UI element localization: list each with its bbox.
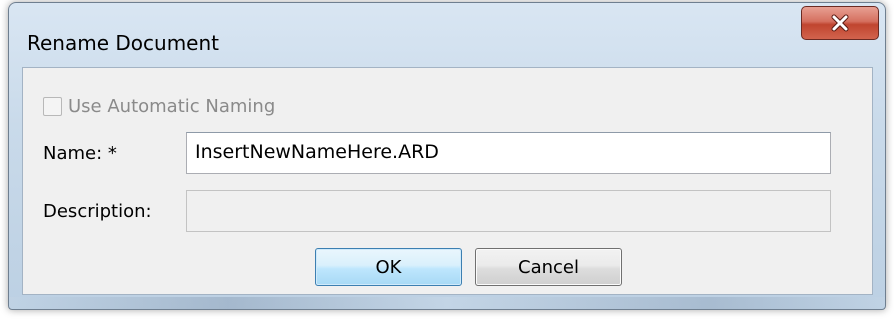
cancel-button[interactable]: Cancel [475,248,622,286]
name-label: Name: * [43,143,117,164]
dialog-body: Use Automatic Naming Name: * InsertNewNa… [22,67,873,295]
ok-button[interactable]: OK [315,248,462,286]
description-label: Description: [43,201,152,222]
dialog-title: Rename Document [27,31,219,55]
close-button[interactable] [801,6,879,40]
name-input[interactable]: InsertNewNameHere.ARD [186,132,831,174]
auto-naming-row: Use Automatic Naming [43,96,275,117]
auto-naming-checkbox[interactable] [43,97,62,116]
rename-document-dialog: Rename Document Use Automatic Naming Nam… [8,2,886,310]
description-input[interactable] [186,190,831,232]
close-x-icon [831,14,849,32]
auto-naming-label: Use Automatic Naming [68,96,276,117]
